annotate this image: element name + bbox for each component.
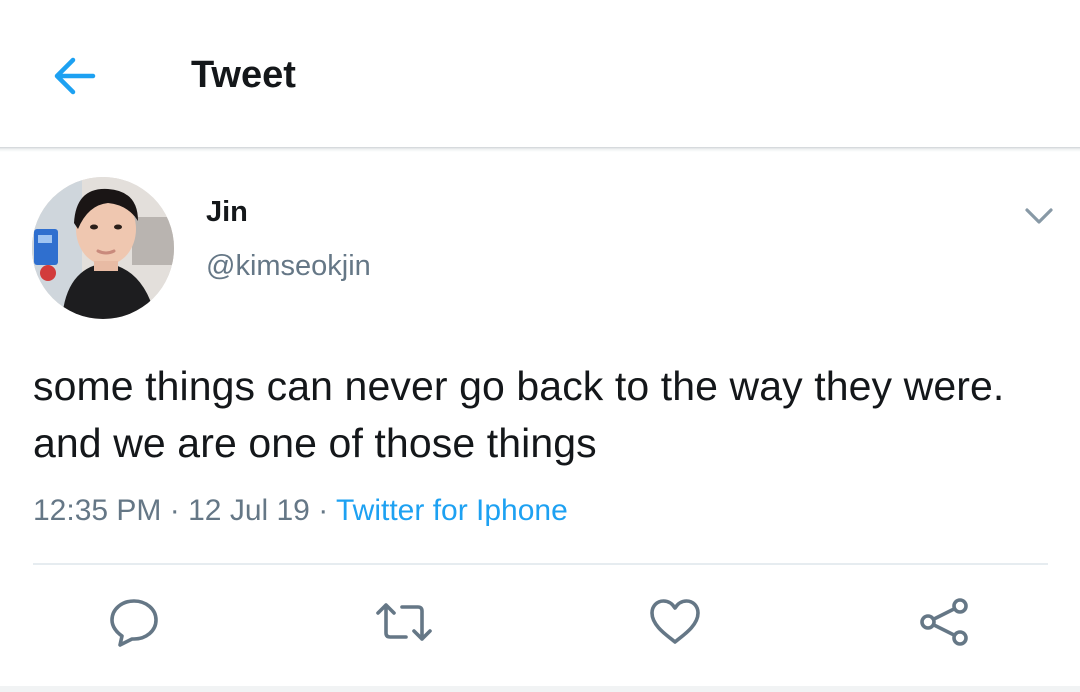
- reply-icon: [110, 599, 158, 647]
- meta-separator: ·: [318, 494, 329, 527]
- arrow-left-icon: [54, 57, 96, 95]
- header-divider: [0, 147, 1080, 152]
- user-handle[interactable]: @kimseokjin: [206, 248, 371, 284]
- like-icon: [650, 599, 700, 644]
- avatar[interactable]: [32, 177, 174, 319]
- chevron-down-icon: [1025, 208, 1053, 224]
- retweet-button[interactable]: [374, 592, 434, 652]
- meta-separator: ·: [169, 494, 180, 527]
- tweet-text: some things can never go back to the way…: [33, 363, 1005, 466]
- like-button[interactable]: [645, 592, 705, 652]
- bottom-divider: [0, 686, 1080, 692]
- more-options-button[interactable]: [1016, 196, 1062, 236]
- share-icon: [920, 598, 968, 646]
- tweet-meta: 12:35 PM · 12 Jul 19 · Twitter for Iphon…: [33, 492, 568, 530]
- tweet-time: 12:35 PM: [33, 494, 162, 527]
- back-button[interactable]: [44, 46, 104, 106]
- tweet-source-link[interactable]: Twitter for Iphone: [336, 494, 568, 527]
- actions-divider: [33, 563, 1048, 565]
- page-title: Tweet: [191, 54, 296, 96]
- app-header: Tweet: [0, 0, 1080, 148]
- display-name[interactable]: Jin: [206, 194, 248, 230]
- tweet-date: 12 Jul 19: [188, 494, 310, 527]
- avatar-image: [32, 177, 174, 319]
- share-button[interactable]: [914, 592, 974, 652]
- retweet-icon: [376, 603, 432, 641]
- reply-button[interactable]: [104, 592, 164, 652]
